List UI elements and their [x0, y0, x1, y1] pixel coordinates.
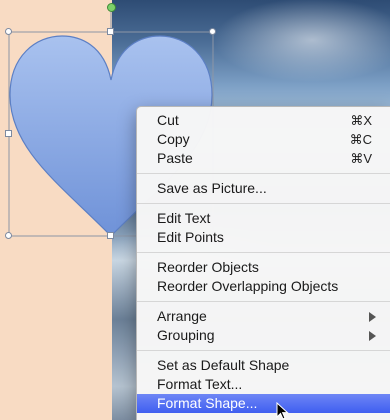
context-menu: Cut ⌘X Copy ⌘C Paste ⌘V Save as Picture.…	[136, 106, 390, 420]
menu-item-label: Arrange	[157, 308, 207, 324]
menu-separator	[137, 203, 390, 204]
resize-handle-bottom[interactable]	[107, 232, 114, 239]
menu-item-label: Paste	[157, 150, 193, 166]
menu-item-label: Save as Picture...	[157, 180, 267, 196]
menu-item-label: Reorder Overlapping Objects	[157, 278, 339, 294]
rotation-handle[interactable]	[107, 3, 116, 12]
menu-item-save-as-picture[interactable]: Save as Picture...	[137, 179, 390, 198]
menu-item-label: Format Text...	[157, 376, 243, 392]
menu-item-reorder-objects[interactable]: Reorder Objects	[137, 258, 390, 277]
shortcut-label: ⌘V	[350, 151, 372, 166]
menu-item-label: Cut	[157, 112, 179, 128]
menu-item-reorder-overlapping-objects[interactable]: Reorder Overlapping Objects	[137, 277, 390, 296]
menu-separator	[137, 301, 390, 302]
menu-item-paste[interactable]: Paste ⌘V	[137, 149, 390, 168]
menu-item-grouping[interactable]: Grouping	[137, 326, 390, 345]
resize-handle-bottom-left[interactable]	[5, 232, 12, 239]
menu-separator	[137, 252, 390, 253]
resize-handle-top-left[interactable]	[5, 28, 12, 35]
menu-item-label: Set as Default Shape	[157, 357, 290, 373]
menu-item-format-text[interactable]: Format Text...	[137, 375, 390, 394]
resize-handle-top[interactable]	[107, 28, 114, 35]
resize-handle-left[interactable]	[5, 130, 12, 137]
menu-item-label: Copy	[157, 131, 190, 147]
menu-item-edit-text[interactable]: Edit Text	[137, 209, 390, 228]
submenu-arrow-icon	[369, 312, 376, 322]
menu-item-label: Grouping	[157, 327, 215, 343]
menu-item-label: Edit Text	[157, 210, 211, 226]
slide-background-left	[0, 0, 112, 420]
menu-item-label: Format Shape...	[157, 395, 258, 411]
shortcut-label: ⌘C	[349, 132, 372, 147]
menu-item-format-shape[interactable]: Format Shape...	[137, 394, 390, 413]
submenu-arrow-icon	[369, 331, 376, 341]
arrow-pointer-icon	[276, 402, 289, 420]
menu-item-cut[interactable]: Cut ⌘X	[137, 111, 390, 130]
menu-item-label: Edit Points	[157, 229, 224, 245]
menu-separator	[137, 350, 390, 351]
menu-item-arrange[interactable]: Arrange	[137, 307, 390, 326]
resize-handle-top-right[interactable]	[209, 28, 216, 35]
menu-item-copy[interactable]: Copy ⌘C	[137, 130, 390, 149]
menu-separator	[137, 173, 390, 174]
menu-item-label: Reorder Objects	[157, 259, 259, 275]
menu-item-set-default-shape[interactable]: Set as Default Shape	[137, 356, 390, 375]
shortcut-label: ⌘X	[350, 113, 372, 128]
menu-item-edit-points[interactable]: Edit Points	[137, 228, 390, 247]
